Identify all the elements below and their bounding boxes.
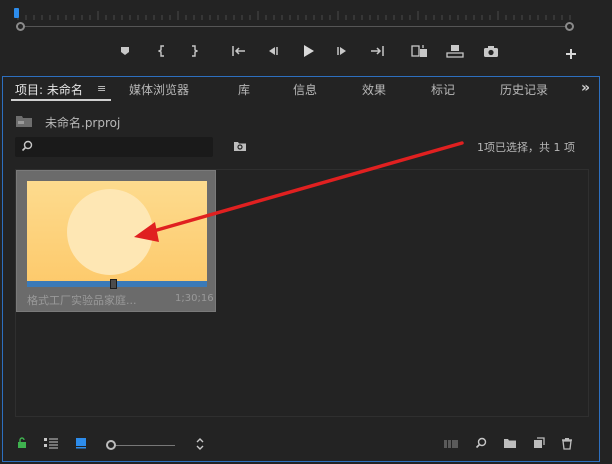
tab-markers[interactable]: 标记 <box>431 81 455 98</box>
ruler-ticks <box>17 11 571 20</box>
find-icon[interactable] <box>475 437 487 449</box>
project-file-row <box>15 113 33 129</box>
playhead-marker[interactable] <box>14 8 19 18</box>
tabs-overflow-icon[interactable]: » <box>581 80 590 96</box>
hover-scrub-bar[interactable] <box>27 279 207 289</box>
search-input[interactable] <box>15 137 213 157</box>
go-to-out-icon[interactable] <box>368 42 386 60</box>
step-back-icon[interactable] <box>264 42 280 60</box>
project-folder-icon <box>16 116 32 127</box>
zoom-slider-icon[interactable] <box>106 440 116 450</box>
step-forward-icon[interactable] <box>335 42 351 60</box>
marker-icon[interactable] <box>118 42 132 60</box>
new-bin-icon[interactable] <box>503 437 517 449</box>
panel-footer-toolbar <box>3 433 599 457</box>
list-view-icon[interactable] <box>43 437 59 449</box>
automate-sequence-icon[interactable] <box>443 437 459 449</box>
zoom-scroll-bar[interactable] <box>20 26 572 27</box>
selection-count-text: 1项已选择，共 1 项 <box>477 141 575 154</box>
project-file-name: 未命名.prproj <box>45 116 121 130</box>
clip-thumbnail-image[interactable] <box>27 181 207 283</box>
time-ruler[interactable] <box>14 8 574 22</box>
panel-tab-bar: 项目: 未命名 ≡ 媒体浏览器 库 信息 效果 标记 历史记录 » <box>3 77 599 101</box>
tab-history[interactable]: 历史记录 <box>500 81 548 98</box>
go-to-in-icon[interactable] <box>230 42 248 60</box>
lock-icon[interactable] <box>17 437 27 449</box>
clip-duration: 1;30;16 <box>175 293 214 304</box>
source-monitor <box>0 0 612 72</box>
icon-view-icon[interactable] <box>75 437 87 449</box>
bin-content-area[interactable]: 格式工厂实验品家庭... 1;30;16 <box>15 169 589 417</box>
scrub-handle[interactable] <box>110 279 117 289</box>
new-search-bin-icon[interactable] <box>233 140 247 152</box>
export-frame-icon[interactable] <box>482 42 500 60</box>
mark-out-icon[interactable] <box>187 42 201 60</box>
tab-media-browser[interactable]: 媒体浏览器 <box>129 81 189 98</box>
mark-in-icon[interactable] <box>155 42 169 60</box>
zoom-left-handle[interactable] <box>16 22 25 31</box>
new-item-icon[interactable] <box>533 437 545 449</box>
zoom-slider-track[interactable] <box>115 445 175 446</box>
add-button-icon[interactable] <box>564 45 578 63</box>
thumbnail-circle-shape <box>67 189 153 275</box>
tab-libraries[interactable]: 库 <box>238 81 250 98</box>
tab-effects[interactable]: 效果 <box>362 81 386 98</box>
play-icon[interactable] <box>300 42 316 60</box>
project-panel: 项目: 未命名 ≡ 媒体浏览器 库 信息 效果 标记 历史记录 » 未命名.pr… <box>2 76 600 462</box>
search-icon <box>21 140 33 152</box>
overwrite-icon[interactable] <box>445 42 465 60</box>
tab-project[interactable]: 项目: 未命名 <box>15 81 83 98</box>
clip-thumbnail-card[interactable]: 格式工厂实验品家庭... 1;30;16 <box>16 170 216 312</box>
zoom-right-handle[interactable] <box>565 22 574 31</box>
sort-icon[interactable] <box>195 437 205 451</box>
active-tab-indicator <box>11 99 111 101</box>
insert-icon[interactable] <box>410 42 430 60</box>
clear-icon[interactable] <box>561 437 573 450</box>
clip-name-label[interactable]: 格式工厂实验品家庭... <box>27 292 137 308</box>
tab-info[interactable]: 信息 <box>293 81 317 98</box>
panel-menu-icon[interactable]: ≡ <box>97 82 106 95</box>
